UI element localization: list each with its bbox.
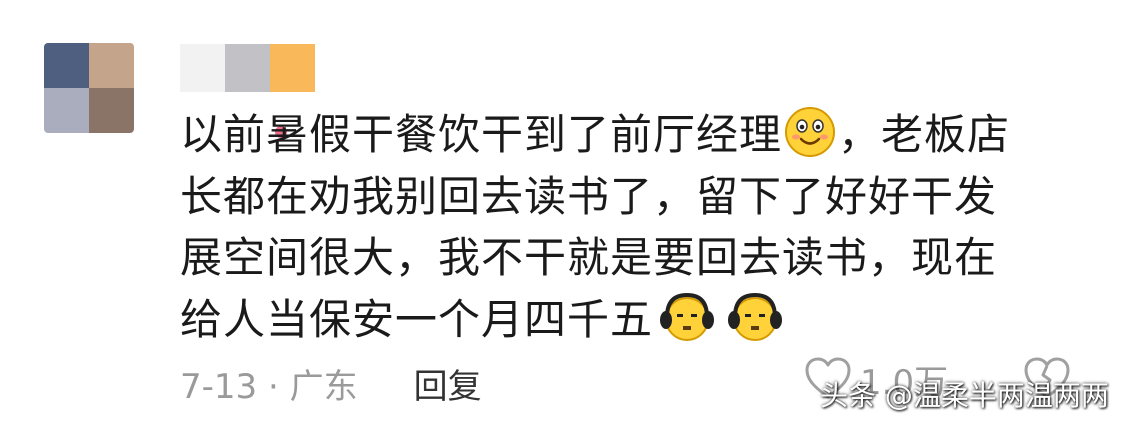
comment-line-3: 展空间很大，我不干就是要回去读书，现在 (180, 233, 998, 282)
comment-line-2: 长都在劝我别回去读书了，留下了好好干发 (180, 171, 998, 221)
avatar-pixel (89, 88, 134, 133)
comment-line-1-tail: ，老板店 (838, 110, 1011, 159)
avatar-pixel (44, 88, 89, 133)
comment-text: 以前暑假干餐饮干到了前厅经理 ，老板店 长都在劝我别回去读书了，留下了好好干发 … (180, 104, 1060, 350)
comment-line-1: 以前暑假干餐饮干到了前厅经理 (180, 110, 783, 159)
reply-button[interactable]: 回复 (414, 359, 482, 408)
watermark: 头条 @温柔半两温两两 (820, 379, 1109, 412)
avatar-pixel (44, 43, 89, 88)
comment-meta: 7-13 · 广东 回复 (180, 355, 482, 411)
smile-icon (784, 106, 836, 158)
comment-line-4: 给人当保安一个月四千五 (180, 294, 654, 344)
username[interactable] (180, 44, 315, 138)
date-location: 7-13 · 广东 (180, 366, 358, 407)
headphones-face-icon (727, 291, 783, 343)
headphones-face-icon (659, 291, 715, 343)
username-block (180, 44, 225, 92)
username-block (270, 44, 315, 92)
avatar-pixel (89, 43, 134, 88)
avatar[interactable] (44, 43, 134, 133)
username-block (225, 44, 270, 92)
